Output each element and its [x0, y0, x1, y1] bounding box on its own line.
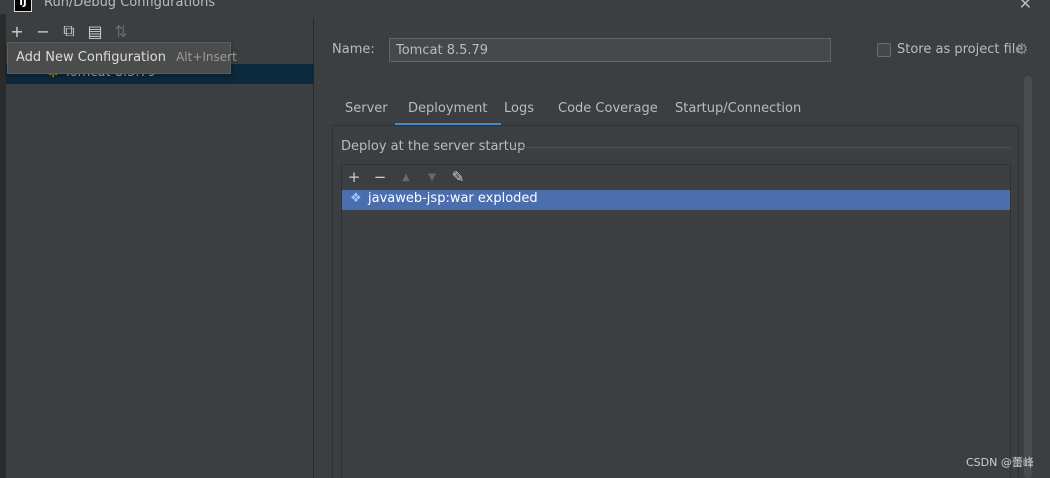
- move-down-button[interactable]: ▼: [422, 167, 442, 187]
- configuration-editor: Name: Store as project file ⚙ Server Dep…: [315, 18, 1050, 478]
- edit-artifact-button[interactable]: ✎: [448, 167, 468, 187]
- remove-artifact-button[interactable]: −: [370, 167, 390, 187]
- section-divider: [511, 147, 1011, 148]
- config-tabs: Server Deployment Logs Code Coverage Sta…: [332, 96, 1022, 126]
- tab-code-coverage[interactable]: Code Coverage: [545, 96, 671, 126]
- intellij-app-icon: IJ: [14, 0, 32, 12]
- list-item[interactable]: ❖ javaweb-jsp:war exploded: [342, 190, 1010, 210]
- tooltip-shortcut: Alt+Insert: [176, 50, 237, 64]
- gear-icon[interactable]: ⚙: [1015, 40, 1028, 58]
- tab-startup-connection[interactable]: Startup/Connection: [662, 96, 814, 126]
- window-title: Run/Debug Configurations: [44, 0, 216, 10]
- tab-server[interactable]: Server: [332, 96, 401, 126]
- configurations-toolbar: + − ⧉ ▤ ⇅: [6, 18, 314, 44]
- deployment-panel: Deploy at the server startup + − ▲ ▼ ✎ ❖…: [332, 125, 1019, 478]
- configurations-sidebar: + − ⧉ ▤ ⇅ ✲ Tomcat 8.5.79: [6, 18, 314, 478]
- watermark: CSDN @蕾峰: [966, 456, 1034, 469]
- remove-configuration-button[interactable]: −: [33, 21, 53, 41]
- artifact-list: + − ▲ ▼ ✎ ❖ javaweb-jsp:war exploded: [341, 164, 1011, 478]
- add-configuration-button[interactable]: +: [7, 21, 27, 41]
- tooltip-text: Add New Configuration: [16, 50, 166, 65]
- artifact-list-toolbar: + − ▲ ▼ ✎: [342, 165, 1010, 189]
- move-to-folder-button[interactable]: ▤: [85, 21, 105, 41]
- tab-deployment[interactable]: Deployment: [395, 96, 501, 126]
- move-up-button[interactable]: ▲: [396, 167, 416, 187]
- sort-configurations-button[interactable]: ⇅: [111, 21, 131, 41]
- artifact-label: javaweb-jsp:war exploded: [368, 191, 538, 206]
- vertical-scrollbar[interactable]: [1024, 76, 1032, 478]
- deploy-section-title: Deploy at the server startup: [341, 139, 532, 154]
- artifact-icon: ❖: [350, 191, 362, 206]
- name-label: Name:: [332, 42, 375, 57]
- add-artifact-button[interactable]: +: [344, 167, 364, 187]
- artifact-list-empty-area: [342, 210, 1010, 478]
- tab-logs[interactable]: Logs: [491, 96, 547, 126]
- copy-configuration-button[interactable]: ⧉: [59, 21, 79, 41]
- add-configuration-tooltip: Add New Configuration Alt+Insert: [7, 42, 237, 74]
- store-as-project-file-label: Store as project file: [897, 42, 1024, 57]
- store-as-project-file-checkbox[interactable]: [877, 43, 891, 57]
- name-input[interactable]: [389, 38, 831, 62]
- window-titlebar: IJ Run/Debug Configurations ✕: [0, 0, 1050, 14]
- close-button[interactable]: ✕: [1019, 0, 1032, 13]
